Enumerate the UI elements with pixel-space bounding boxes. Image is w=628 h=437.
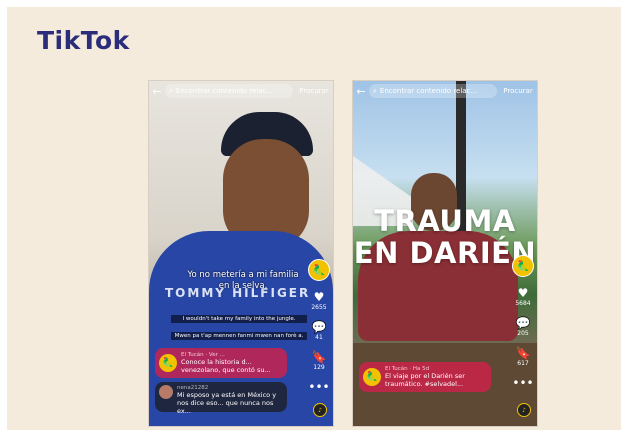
promo-text: Conoce la historia d... venezolano, que … [181, 358, 271, 374]
commenter-avatar [159, 385, 173, 399]
subtitle-english: I wouldn't take my family into the jungl… [171, 315, 307, 323]
like-count: 2655 [311, 304, 327, 311]
search-input[interactable]: ⌕ Encontrar contenido relac... [369, 84, 497, 98]
sound-disc-icon[interactable]: ♪ [517, 403, 531, 417]
comment-count: 41 [315, 334, 323, 341]
save-count: 617 [517, 360, 529, 367]
comment-count: 205 [517, 330, 529, 337]
bookmark-icon[interactable]: 🔖 [516, 347, 531, 359]
subtitle-spanish: Yo no metería a mi familia en la selva. [187, 270, 299, 291]
heart-icon[interactable]: ♥ [314, 291, 325, 303]
back-arrow-icon[interactable]: ← [353, 85, 369, 98]
search-icon: ⌕ [169, 86, 173, 95]
top-bar: ← ⌕ Encontrar contenido relac... Procura… [353, 81, 537, 101]
tiktok-logo: TikTok [37, 26, 130, 55]
action-rail: 🦜 ♥ 5684 💬 205 🔖 617 ••• [512, 255, 534, 389]
phone-screen-left: TOMMY HILFIGER ← ⌕ Encontrar contenido r… [148, 80, 334, 427]
search-button[interactable]: Procurar [499, 87, 537, 95]
back-arrow-icon[interactable]: ← [149, 85, 165, 98]
phone-screen-right: ← ⌕ Encontrar contenido relac... Procura… [352, 80, 538, 427]
promo-card[interactable]: 🦜 El Tucán · Ha 5d El viaje por el Darié… [359, 362, 491, 392]
sound-disc-icon[interactable]: ♪ [313, 403, 327, 417]
search-placeholder: Encontrar contenido relac... [379, 87, 478, 95]
promo-avatar: 🦜 [363, 368, 381, 386]
search-placeholder: Encontrar contenido relac... [175, 87, 274, 95]
more-icon[interactable]: ••• [308, 381, 329, 393]
comment-card[interactable]: nena21282 Mi esposo ya está en México y … [155, 382, 287, 415]
search-input[interactable]: ⌕ Encontrar contenido relac... [165, 84, 293, 98]
search-button[interactable]: Procurar [295, 87, 333, 95]
save-count: 129 [313, 364, 325, 371]
subtitle-haitian: Mwen pa t'ap mennen fanmi mwen nan forè … [171, 332, 307, 340]
bookmark-icon[interactable]: 🔖 [312, 351, 327, 363]
comment-icon[interactable]: 💬 [516, 317, 531, 329]
search-icon: ⌕ [373, 86, 377, 95]
promo-text: El viaje por el Darién ser traumático. #… [385, 372, 465, 388]
promo-avatar: 🦜 [159, 354, 177, 372]
comment-text: Mi esposo ya está en México y nos dice e… [177, 391, 277, 415]
creator-avatar[interactable]: 🦜 [512, 255, 534, 277]
top-bar: ← ⌕ Encontrar contenido relac... Procura… [149, 81, 333, 101]
heart-icon[interactable]: ♥ [518, 287, 529, 299]
promo-card[interactable]: 🦜 El Tucán · Ver ... Conoce la historia … [155, 348, 287, 378]
creator-avatar[interactable]: 🦜 [308, 259, 330, 281]
like-count: 5684 [515, 300, 531, 307]
action-rail: 🦜 ♥ 2655 💬 41 🔖 129 ••• [308, 259, 330, 393]
more-icon[interactable]: ••• [512, 377, 533, 389]
page-frame: TikTok TOMMY HILFIGER ← ⌕ Encontrar cont… [7, 7, 621, 430]
comment-icon[interactable]: 💬 [312, 321, 327, 333]
video-title-overlay: TRAUMA EN DARIÉN [353, 204, 537, 270]
